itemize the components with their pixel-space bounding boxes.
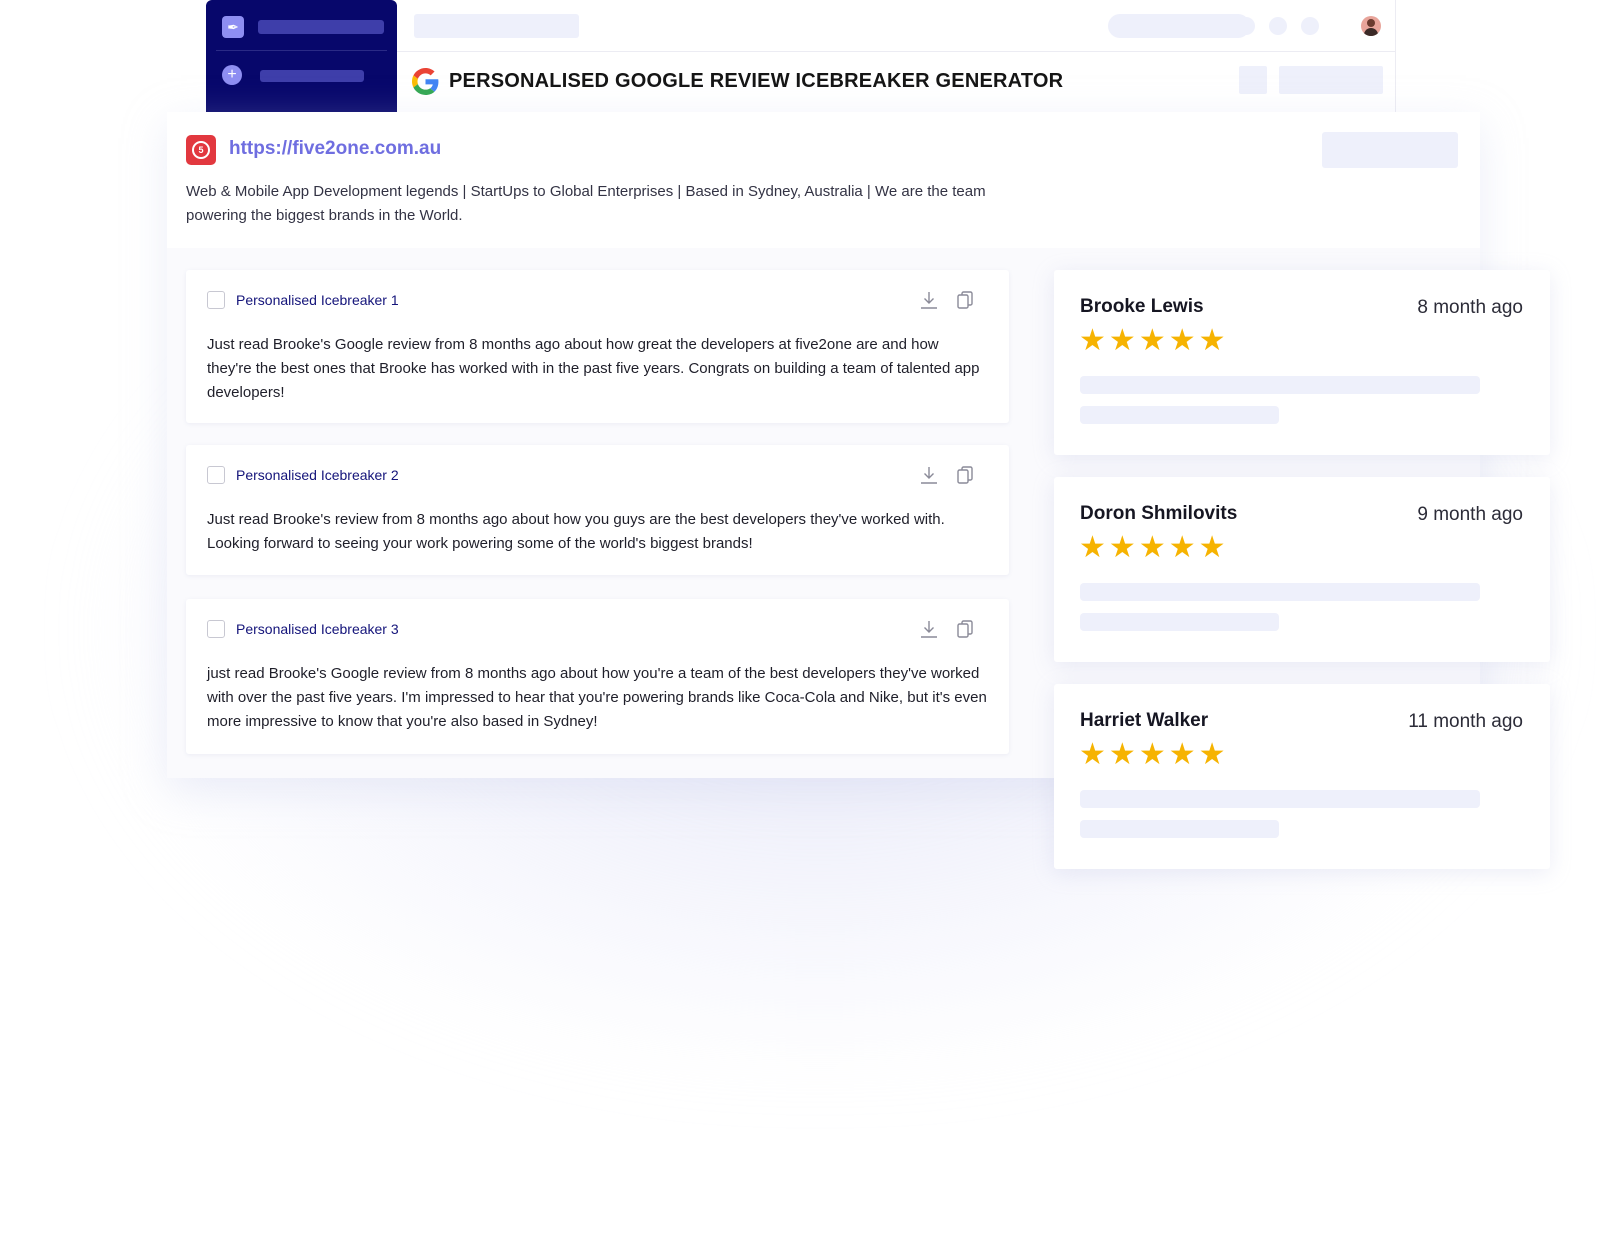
icebreaker-text: just read Brooke's Google review from 8 … bbox=[207, 665, 987, 730]
star-icon: ★ bbox=[1079, 738, 1109, 771]
settings-placeholder[interactable] bbox=[1301, 17, 1319, 35]
icebreaker-checkbox[interactable] bbox=[207, 291, 225, 309]
download-icon[interactable] bbox=[919, 290, 939, 310]
icebreaker-card: Personalised Icebreaker 3 just read Broo… bbox=[186, 599, 1009, 754]
reviewer-name: Brooke Lewis bbox=[1080, 296, 1204, 317]
review-text-placeholder bbox=[1080, 820, 1279, 838]
reviewer-name: Doron Shmilovits bbox=[1080, 503, 1238, 524]
star-icon: ★ bbox=[1138, 738, 1169, 771]
company-url-link[interactable]: https://five2one.com.au bbox=[229, 138, 441, 160]
help-placeholder[interactable] bbox=[1269, 17, 1287, 35]
google-icon bbox=[412, 68, 439, 95]
icebreaker-text: Just read Brooke's review from 8 months … bbox=[207, 511, 945, 552]
button-placeholder[interactable] bbox=[1322, 132, 1458, 168]
star-icon: ★ bbox=[1079, 531, 1109, 564]
star-icon: ★ bbox=[1079, 324, 1109, 357]
reviewer-name: Harriet Walker bbox=[1080, 710, 1209, 731]
star-icon: ★ bbox=[1168, 324, 1199, 357]
title-bar: PERSONALISED GOOGLE REVIEW ICEBREAKER GE… bbox=[397, 52, 1396, 112]
icebreaker-checkbox[interactable] bbox=[207, 466, 225, 484]
review-card: Harriet Walker 11 month ago ★★★★★ bbox=[1054, 684, 1550, 869]
icebreaker-label: Personalised Icebreaker 3 bbox=[236, 621, 399, 637]
company-description: Web & Mobile App Development legends | S… bbox=[186, 183, 986, 224]
star-icon: ★ bbox=[1138, 324, 1169, 357]
avatar[interactable] bbox=[1361, 16, 1381, 36]
review-card: Brooke Lewis 8 month ago ★★★★★ bbox=[1054, 270, 1550, 455]
notification-placeholder[interactable] bbox=[1237, 17, 1255, 35]
sidebar-item-new[interactable]: + bbox=[222, 62, 382, 88]
review-time: 8 month ago bbox=[1417, 297, 1523, 318]
copy-icon[interactable] bbox=[955, 290, 975, 310]
action-placeholder[interactable] bbox=[1239, 66, 1267, 94]
button-placeholder[interactable] bbox=[1279, 66, 1383, 94]
plus-icon: + bbox=[222, 65, 242, 85]
star-icon: ★ bbox=[1198, 738, 1229, 771]
company-logo-icon: 5 bbox=[186, 135, 216, 165]
star-icon: ★ bbox=[1108, 738, 1139, 771]
page-title: PERSONALISED GOOGLE REVIEW ICEBREAKER GE… bbox=[449, 70, 1064, 92]
review-text-placeholder bbox=[1080, 613, 1279, 631]
sidebar-label-placeholder bbox=[258, 20, 384, 34]
review-text-placeholder bbox=[1080, 583, 1480, 601]
icebreaker-label: Personalised Icebreaker 2 bbox=[236, 467, 399, 483]
review-time: 9 month ago bbox=[1417, 504, 1523, 525]
sidebar-label-placeholder bbox=[260, 70, 364, 82]
star-icon: ★ bbox=[1168, 738, 1199, 771]
copy-icon[interactable] bbox=[955, 465, 975, 485]
star-rating: ★★★★★ bbox=[1079, 323, 1229, 358]
review-text-placeholder bbox=[1080, 790, 1480, 808]
sidebar: ✒ + bbox=[206, 0, 397, 112]
star-icon: ★ bbox=[1198, 324, 1229, 357]
sidebar-divider bbox=[216, 50, 387, 51]
star-icon: ★ bbox=[1108, 324, 1139, 357]
copy-icon[interactable] bbox=[955, 619, 975, 639]
icebreaker-label: Personalised Icebreaker 1 bbox=[236, 292, 399, 308]
star-rating: ★★★★★ bbox=[1079, 737, 1229, 772]
search-placeholder[interactable] bbox=[414, 14, 579, 38]
star-icon: ★ bbox=[1138, 531, 1169, 564]
review-text-placeholder bbox=[1080, 406, 1279, 424]
icebreaker-checkbox[interactable] bbox=[207, 620, 225, 638]
star-icon: ★ bbox=[1108, 531, 1139, 564]
review-text-placeholder bbox=[1080, 376, 1480, 394]
review-time: 11 month ago bbox=[1408, 711, 1523, 732]
feather-icon: ✒ bbox=[222, 16, 244, 38]
icebreaker-card: Personalised Icebreaker 2 Just read Broo… bbox=[186, 445, 1009, 575]
star-icon: ★ bbox=[1198, 531, 1229, 564]
company-header: 5 https://five2one.com.au Web & Mobile A… bbox=[167, 112, 1480, 248]
pill-placeholder[interactable] bbox=[1108, 14, 1250, 38]
icebreaker-card: Personalised Icebreaker 1 Just read Broo… bbox=[186, 270, 1009, 423]
icebreaker-text: Just read Brooke's Google review from 8 … bbox=[207, 336, 980, 401]
review-card: Doron Shmilovits 9 month ago ★★★★★ bbox=[1054, 477, 1550, 662]
star-icon: ★ bbox=[1168, 531, 1199, 564]
download-icon[interactable] bbox=[919, 465, 939, 485]
star-rating: ★★★★★ bbox=[1079, 530, 1229, 565]
sidebar-item-home[interactable]: ✒ bbox=[222, 14, 384, 40]
download-icon[interactable] bbox=[919, 619, 939, 639]
top-bar bbox=[397, 0, 1396, 52]
